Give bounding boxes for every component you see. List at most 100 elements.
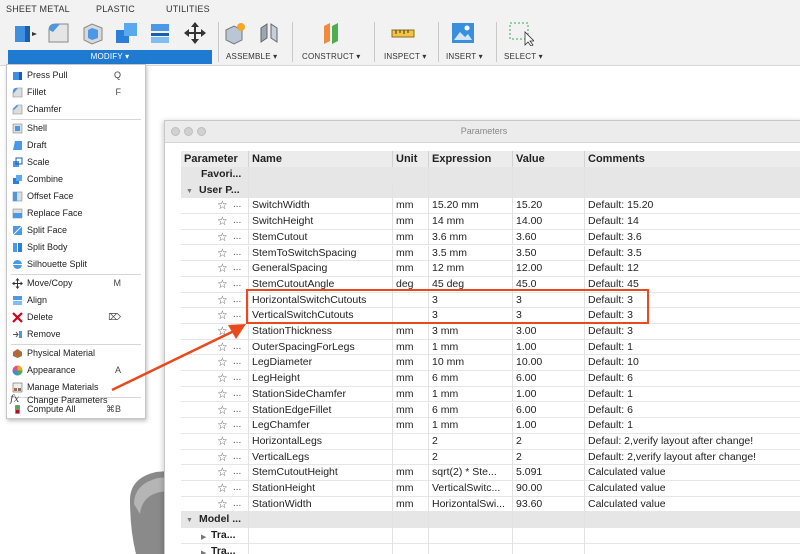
tab-utilities[interactable]: UTILITIES xyxy=(166,4,210,14)
table-row[interactable]: ☆... LegHeight mm 6 mm 6.00 Default: 6 xyxy=(181,371,800,387)
table-row[interactable]: ☆... LegChamfer mm 1 mm 1.00 Default: 1 xyxy=(181,418,800,434)
menu-item-silhouette-split[interactable]: Silhouette Split xyxy=(7,257,145,273)
table-row[interactable]: ☆... SwitchWidth mm 15.20 mm 15.20 Default: 1… xyxy=(181,198,800,215)
manage-materials-icon xyxy=(12,382,23,393)
expression-cell: 3.5 mm xyxy=(429,245,513,262)
table-row[interactable]: ▶ Tra... xyxy=(181,543,800,554)
table-row[interactable]: ☆... HorizontalSwitchCutouts 3 3 Default: 3 xyxy=(181,292,800,309)
construct-menu-button[interactable]: CONSTRUCT ▾ xyxy=(302,52,361,61)
insert-image-icon[interactable] xyxy=(450,20,476,46)
compute-all-icon xyxy=(12,404,23,415)
table-row[interactable]: ☆... StationSideChamfer mm 1 mm 1.00 Default:… xyxy=(181,386,800,403)
column-header-unit[interactable]: Unit xyxy=(393,151,429,167)
table-row[interactable]: ☆... StationEdgeFillet mm 6 mm 6.00 Default: … xyxy=(181,402,800,419)
assemble-menu-button[interactable]: ASSEMBLE ▾ xyxy=(226,52,277,61)
column-header-name[interactable]: Name xyxy=(249,151,393,167)
column-header-parameter[interactable]: Parameter xyxy=(181,151,249,167)
table-row[interactable]: ☆... StationWidth mm HorizontalSwi... 93.60 C… xyxy=(181,496,800,513)
group-row-user-parameters[interactable]: ▼ User P... xyxy=(181,182,800,199)
menu-item-label: Replace Face xyxy=(27,208,83,218)
physical-material-icon xyxy=(12,348,23,359)
menu-item-offset-face[interactable]: Offset Face xyxy=(7,189,145,205)
menu-item-fillet[interactable]: Fillet F xyxy=(7,85,145,101)
select-menu-button[interactable]: SELECT ▾ xyxy=(504,52,543,61)
group-cell xyxy=(585,512,800,528)
shell-tool-icon[interactable] xyxy=(80,20,106,46)
parameter-cell xyxy=(181,465,249,481)
window-title-bar[interactable]: Parameters xyxy=(165,121,800,143)
unit-cell xyxy=(393,292,429,309)
menu-item-label: Scale xyxy=(27,157,50,167)
inspect-menu-button[interactable]: INSPECT ▾ xyxy=(384,52,427,61)
table-row[interactable]: ☆... VerticalSwitchCutouts 3 3 Default: 3 xyxy=(181,308,800,324)
menu-item-move-copy[interactable]: Move/Copy M xyxy=(7,276,145,292)
menu-item-draft[interactable]: Draft xyxy=(7,138,145,154)
remove-icon xyxy=(12,329,23,340)
menu-separator xyxy=(11,274,141,275)
menu-item-split-body[interactable]: Split Body xyxy=(7,240,145,256)
group-cell xyxy=(249,182,393,199)
menu-item-chamfer[interactable]: Chamfer xyxy=(7,102,145,118)
table-row[interactable]: ☆... StemCutoutHeight mm sqrt(2) * Ste... 5.… xyxy=(181,465,800,481)
menu-item-replace-face[interactable]: Replace Face xyxy=(7,206,145,222)
table-row[interactable]: ☆... OuterSpacingForLegs mm 1 mm 1.00 Default… xyxy=(181,339,800,356)
tab-sheet-metal[interactable]: SHEET METAL xyxy=(6,4,70,14)
menu-separator xyxy=(11,344,141,345)
silhouette-split-icon xyxy=(12,259,23,270)
window-select-icon[interactable] xyxy=(508,20,534,46)
table-row[interactable]: ☆... SwitchHeight mm 14 mm 14.00 Default: 14 xyxy=(181,214,800,230)
joint-icon[interactable] xyxy=(256,20,282,46)
measure-icon[interactable] xyxy=(390,20,416,46)
table-row[interactable]: ▶ Tra... xyxy=(181,528,800,544)
table-row[interactable]: ☆... LegDiameter mm 10 mm 10.00 Default: 10 xyxy=(181,355,800,372)
menu-item-appearance[interactable]: Appearance A xyxy=(7,363,145,379)
menu-item-remove[interactable]: Remove xyxy=(7,327,145,343)
fillet-tool-icon[interactable] xyxy=(46,20,72,46)
name-cell: GeneralSpacing xyxy=(249,261,393,277)
column-header-comments[interactable]: Comments xyxy=(585,151,800,167)
value-cell: 90.00 xyxy=(513,481,585,497)
menu-item-physical-material[interactable]: Physical Material xyxy=(7,346,145,362)
combine-tool-icon[interactable] xyxy=(114,20,140,46)
tab-plastic[interactable]: PLASTIC xyxy=(96,4,135,14)
menu-item-split-face[interactable]: Split Face xyxy=(7,223,145,239)
comment-cell: Calculated value xyxy=(588,497,666,510)
table-row[interactable]: ☆... StemToSwitchSpacing mm 3.5 mm 3.50 Defau… xyxy=(181,245,800,262)
table-row[interactable]: ☆... VerticalLegs 2 2 Default: 2,verify layo… xyxy=(181,449,800,466)
expression-cell: 1 mm xyxy=(429,386,513,403)
move-tool-icon[interactable] xyxy=(182,20,208,46)
toolbar-separator xyxy=(496,22,497,62)
parameter-cell xyxy=(181,386,249,403)
table-row[interactable]: ☆... StationThickness mm 3 mm 3.00 Default: 3 xyxy=(181,324,800,340)
new-component-icon[interactable] xyxy=(222,20,248,46)
menu-item-combine[interactable]: Combine xyxy=(7,172,145,188)
parameter-cell xyxy=(181,261,249,277)
menu-item-compute-all[interactable]: Compute All ⌘B xyxy=(7,402,145,418)
modify-menu-button[interactable]: MODIFY ▾ xyxy=(8,50,212,64)
menu-item-shell[interactable]: Shell xyxy=(7,121,145,137)
table-row[interactable]: ☆... HorizontalLegs 2 2 Defaul: 2,verify lay… xyxy=(181,433,800,450)
offset-plane-icon[interactable] xyxy=(318,20,344,46)
menu-item-scale[interactable]: Scale xyxy=(7,155,145,171)
unit-cell: mm xyxy=(393,386,429,403)
column-header-expression[interactable]: Expression xyxy=(429,151,513,167)
parameters-window: Parameters Parameter Name Unit Expressio… xyxy=(164,120,800,554)
comment-cell: Default: 3 xyxy=(588,293,633,306)
column-header-value[interactable]: Value xyxy=(513,151,585,167)
table-row[interactable]: ☆... StemCutoutAngle deg 45 deg 45.0 Default:… xyxy=(181,276,800,293)
insert-menu-button[interactable]: INSERT ▾ xyxy=(446,52,483,61)
unit-cell: mm xyxy=(393,324,429,340)
table-row[interactable]: ☆... StationHeight mm VerticalSwitc... 90.00… xyxy=(181,481,800,497)
table-row[interactable]: ☆... StemCutout mm 3.6 mm 3.60 Default: 3.6 xyxy=(181,229,800,246)
name-cell: StationHeight xyxy=(249,481,393,497)
menu-item-delete[interactable]: Delete ⌦ xyxy=(7,310,145,326)
table-row[interactable]: ☆... GeneralSpacing mm 12 mm 12.00 Default: 1… xyxy=(181,261,800,277)
value-cell: 6.00 xyxy=(513,371,585,387)
group-row-model-parameters[interactable]: ▼ Model ... xyxy=(181,512,800,529)
group-row-favorites[interactable]: Favori... xyxy=(181,167,800,183)
press-pull-tool-icon[interactable] xyxy=(12,20,38,46)
menu-item-press-pull[interactable]: SwitchWidth Press Pull Q xyxy=(7,68,145,84)
align-tool-icon[interactable] xyxy=(148,20,174,46)
group-cell xyxy=(513,512,585,529)
menu-item-align[interactable]: Align xyxy=(7,293,145,309)
